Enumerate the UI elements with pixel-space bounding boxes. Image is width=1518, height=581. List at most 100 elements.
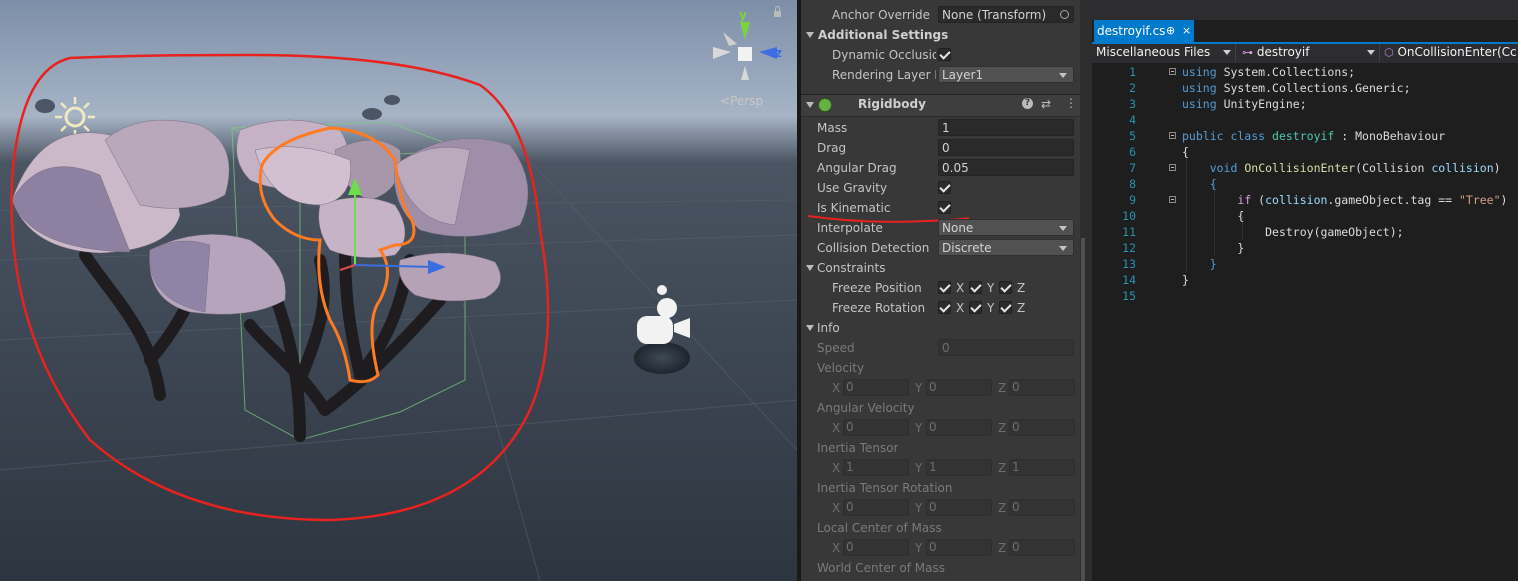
freeze-position-y-checkbox[interactable] bbox=[969, 281, 982, 294]
constraints-row[interactable]: Constraints bbox=[801, 258, 1085, 278]
code-line-5: public class destroyif : MonoBehaviour bbox=[1182, 129, 1446, 143]
velocity-z-value: 0 bbox=[1012, 380, 1020, 394]
use-gravity-checkbox[interactable] bbox=[938, 181, 951, 194]
freeze-rotation-x-checkbox[interactable] bbox=[938, 301, 951, 314]
freeze-position-row: Freeze Position X Y Z bbox=[801, 278, 1085, 298]
drag-field[interactable]: 0 bbox=[938, 139, 1074, 156]
rigidbody-foldout-icon[interactable] bbox=[806, 102, 814, 108]
presets-icon[interactable]: ⇄ bbox=[1041, 97, 1051, 111]
dynamic-occlusion-checkbox[interactable] bbox=[938, 48, 951, 61]
angular-velocity-header-row: Angular Velocity bbox=[801, 398, 1085, 418]
freeze-position-x-label: X bbox=[956, 281, 965, 295]
constraints-foldout-icon[interactable] bbox=[806, 265, 814, 271]
inertia-tensor-x-field: 1 bbox=[843, 459, 909, 476]
freeze-rotation-y-checkbox[interactable] bbox=[969, 301, 982, 314]
tab-destroyif[interactable]: destroyif.cs ⊕ × bbox=[1094, 20, 1194, 42]
additional-settings-header: Additional Settings bbox=[818, 28, 949, 42]
fold-toggle[interactable] bbox=[1169, 196, 1176, 203]
speed-label: Speed bbox=[817, 341, 855, 355]
freeze-position-z-label: Z bbox=[1017, 281, 1026, 295]
inertia-tensor-rotation-y-field: 0 bbox=[926, 499, 992, 516]
project-dropdown[interactable]: Miscellaneous Files bbox=[1092, 44, 1236, 62]
class-icon: ⊶ bbox=[1242, 46, 1253, 59]
velocity-header-row: Velocity bbox=[801, 358, 1085, 378]
rigidbody-header[interactable]: Rigidbody ? ⇄ ⋮ bbox=[801, 94, 1085, 117]
line-number: 14 bbox=[1122, 273, 1136, 287]
editor-toolbar bbox=[1092, 0, 1518, 20]
mass-row: Mass 1 bbox=[801, 118, 1085, 138]
angular-velocity-z-field: 0 bbox=[1009, 419, 1075, 436]
angular-velocity-y-label: Y bbox=[915, 421, 923, 435]
drag-label: Drag bbox=[817, 141, 847, 155]
code-line-3: using UnityEngine; bbox=[1182, 97, 1307, 111]
velocity-label: Velocity bbox=[817, 361, 865, 375]
class-dropdown[interactable]: ⊶ destroyif bbox=[1236, 44, 1380, 62]
freeze-rotation-label: Freeze Rotation bbox=[832, 301, 926, 315]
local-center-of-mass-y-value: 0 bbox=[929, 540, 937, 554]
fold-toggle[interactable] bbox=[1169, 68, 1176, 75]
mass-field[interactable]: 1 bbox=[938, 119, 1074, 136]
freeze-position-z-checkbox[interactable] bbox=[999, 281, 1012, 294]
local-center-of-mass-header-row: Local Center of Mass bbox=[801, 518, 1085, 538]
code-line-11: Destroy(gameObject); bbox=[1265, 225, 1404, 239]
use-gravity-row: Use Gravity bbox=[801, 178, 1085, 198]
line-number: 11 bbox=[1122, 225, 1136, 239]
freeze-position-x-checkbox[interactable] bbox=[938, 281, 951, 294]
mass-value: 1 bbox=[942, 121, 950, 135]
velocity-z-label: Z bbox=[998, 381, 1007, 395]
angular-drag-field[interactable]: 0.05 bbox=[938, 159, 1074, 176]
help-icon[interactable]: ? bbox=[1022, 98, 1033, 109]
editor-divider[interactable] bbox=[1085, 0, 1092, 581]
perspective-toggle[interactable]: <Persp bbox=[720, 94, 763, 108]
drag-row: Drag 0 bbox=[801, 138, 1085, 158]
inertia-tensor-values-row: X 1 Y 1 Z 1 bbox=[801, 458, 1085, 478]
scene-canvas[interactable]: y z bbox=[0, 0, 797, 581]
collision-detection-dropdown[interactable]: Discrete bbox=[938, 239, 1074, 256]
close-icon[interactable]: × bbox=[1182, 20, 1191, 42]
angular-velocity-x-field: 0 bbox=[843, 419, 909, 436]
speed-value: 0 bbox=[942, 341, 950, 355]
inertia-tensor-rotation-z-label: Z bbox=[998, 501, 1007, 515]
anchor-override-field[interactable]: None (Transform) bbox=[938, 6, 1074, 23]
object-picker-icon[interactable] bbox=[1060, 10, 1069, 19]
freeze-rotation-z-label: Z bbox=[1017, 301, 1026, 315]
line-number: 9 bbox=[1129, 193, 1136, 207]
velocity-y-field: 0 bbox=[926, 379, 992, 396]
tab-label: destroyif.cs bbox=[1097, 24, 1166, 38]
local-center-of-mass-z-field: 0 bbox=[1009, 539, 1075, 556]
speed-row: Speed 0 bbox=[801, 338, 1085, 358]
angular-velocity-y-value: 0 bbox=[929, 420, 937, 434]
lock-icon[interactable] bbox=[774, 6, 781, 17]
is-kinematic-row: Is Kinematic bbox=[801, 198, 1085, 223]
collision-detection-label: Collision Detection bbox=[817, 241, 930, 255]
more-options-icon[interactable]: ⋮ bbox=[1065, 96, 1077, 110]
info-foldout-icon[interactable] bbox=[806, 325, 814, 331]
scene-view[interactable]: y z <Persp bbox=[0, 0, 797, 581]
code-line-12: } bbox=[1182, 241, 1245, 255]
foldout-arrow-icon[interactable] bbox=[806, 32, 814, 38]
class-label: destroyif bbox=[1256, 45, 1310, 59]
local-center-of-mass-y-label: Y bbox=[915, 541, 923, 555]
freeze-rotation-z-checkbox[interactable] bbox=[999, 301, 1012, 314]
freeze-rotation-row: Freeze Rotation X Y Z bbox=[801, 298, 1085, 318]
fold-toggle[interactable] bbox=[1169, 164, 1176, 171]
info-row[interactable]: Info bbox=[801, 318, 1085, 338]
additional-settings-row[interactable]: Additional Settings bbox=[801, 25, 1085, 45]
dynamic-occlusion-label: Dynamic Occlusion bbox=[832, 48, 936, 62]
pin-icon[interactable]: ⊕ bbox=[1166, 20, 1175, 42]
velocity-y-value: 0 bbox=[929, 380, 937, 394]
inertia-tensor-x-label: X bbox=[832, 461, 841, 475]
constraints-label: Constraints bbox=[817, 261, 886, 275]
interpolate-dropdown[interactable]: None bbox=[938, 219, 1074, 236]
axis-z-label: z bbox=[775, 46, 782, 60]
inertia-tensor-label: Inertia Tensor bbox=[817, 441, 899, 455]
line-number: 2 bbox=[1129, 81, 1136, 95]
fold-toggle[interactable] bbox=[1169, 132, 1176, 139]
dynamic-occlusion-row: Dynamic Occlusion bbox=[801, 45, 1085, 65]
local-center-of-mass-label: Local Center of Mass bbox=[817, 521, 942, 535]
member-dropdown[interactable]: ⬡ OnCollisionEnter(Cc bbox=[1380, 44, 1518, 62]
rendering-layer-dropdown[interactable]: Layer1 bbox=[938, 66, 1074, 83]
code-line-9: if (collision.gameObject.tag == "Tree") bbox=[1237, 193, 1508, 207]
local-center-of-mass-values-row: X 0 Y 0 Z 0 bbox=[801, 538, 1085, 558]
code-editor[interactable]: destroyif.cs ⊕ × Miscellaneous Files ⊶ d… bbox=[1092, 0, 1518, 581]
